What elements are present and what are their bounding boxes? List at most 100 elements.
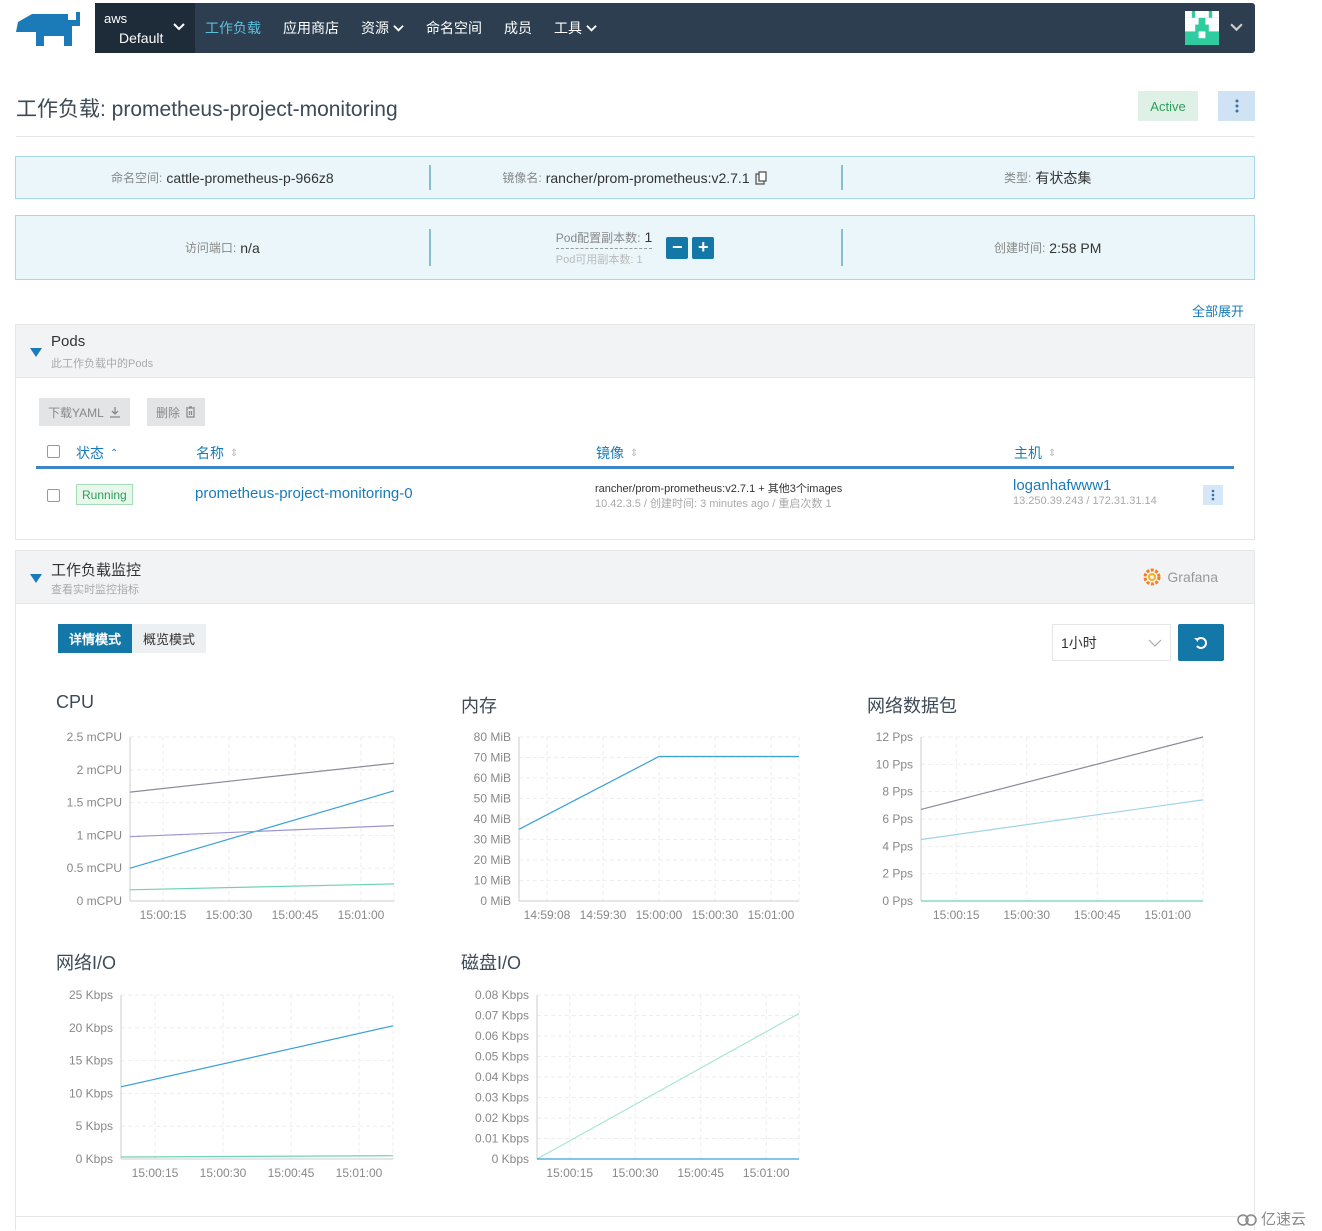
nav-label: 成员 — [504, 20, 532, 36]
download-icon — [109, 407, 120, 418]
sort-icon: ⇕ — [630, 447, 639, 459]
grafana-label: Grafana — [1167, 569, 1218, 585]
x-tick-label: 15:00:30 — [206, 908, 253, 922]
image-info: 镜像名: rancher/prom-prometheus:v2.7.1 — [428, 157, 842, 198]
column-header-name[interactable]: 名称 ⇕ — [196, 443, 238, 463]
column-header-host[interactable]: 主机 ⇕ — [1014, 443, 1056, 463]
disk-io-chart: 0 Kbps 0.01 Kbps 0.02 Kbps 0.03 Kbps 0.04 Kb… — [475, 988, 800, 1180]
x-tick-label: 15:00:30 — [692, 908, 739, 922]
x-tick-label: 15:00:45 — [677, 1166, 724, 1180]
cpu-chart: 0 mCPU 0.5 mCPU 1 mCPU 1.5 mCPU 2 mCPU 2.5 mC… — [67, 730, 395, 922]
series-line-s2 — [129, 790, 395, 869]
nav-item-workloads[interactable]: 工作负载 — [205, 18, 261, 38]
nav-item-resources[interactable]: 资源 — [361, 18, 404, 38]
y-tick-label: 2 mCPU — [77, 763, 122, 777]
x-tick-label: 14:59:08 — [524, 908, 571, 922]
button-label: 删除 — [156, 405, 181, 420]
port-value: n/a — [240, 239, 260, 256]
column-header-image[interactable]: 镜像 ⇕ — [596, 443, 638, 463]
replicas-config-label: Pod配置副本数: — [555, 230, 641, 245]
row-checkbox[interactable] — [47, 489, 60, 502]
type-label: 类型: — [1004, 171, 1032, 185]
y-tick-label: 0.07 Kbps — [475, 1009, 529, 1023]
y-tick-label: 80 MiB — [474, 730, 511, 744]
y-tick-label: 0.5 mCPU — [67, 861, 122, 875]
pod-status-badge: Running — [76, 484, 133, 505]
series-line-s2 — [120, 1155, 394, 1158]
select-all-checkbox[interactable] — [47, 445, 60, 458]
expand-all-link[interactable]: 全部展开 — [1192, 301, 1244, 320]
workload-info-row-1: 命名空间: cattle-prometheus-p-966z8 镜像名: ran… — [15, 156, 1255, 199]
trash-icon — [186, 406, 196, 418]
collapse-triangle-icon[interactable] — [30, 348, 42, 357]
detail-mode-tab[interactable]: 详情模式 — [58, 624, 132, 653]
y-tick-label: 20 MiB — [474, 853, 511, 867]
nav-item-namespaces[interactable]: 命名空间 — [426, 18, 482, 38]
refresh-button[interactable] — [1178, 624, 1224, 661]
grafana-icon — [1143, 568, 1161, 586]
refresh-icon — [1194, 636, 1207, 649]
y-tick-label: 2 Pps — [882, 867, 913, 881]
replicas-config-value: 1 — [644, 228, 653, 245]
y-tick-label: 0 Pps — [882, 894, 913, 908]
nav-label: 工具 — [554, 20, 582, 36]
x-tick-label: 15:00:45 — [268, 1166, 315, 1180]
download-yaml-button[interactable]: 下载YAML — [39, 398, 130, 426]
workload-info-row-2: 访问端口: n/a Pod配置副本数: 1 Pod可用副本数: 1 − + 创建时… — [15, 215, 1255, 280]
section-subtitle: 此工作负载中的Pods — [51, 358, 154, 370]
top-navigation: aws Default 工作负载 应用商店 资源 命名空间 成员 工具 — [95, 3, 1255, 53]
y-tick-label: 10 MiB — [474, 874, 511, 888]
chevron-down-icon — [173, 23, 185, 31]
pod-name-link[interactable]: prometheus-project-monitoring-0 — [195, 485, 413, 502]
pod-host-link[interactable]: loganhafwww1 — [1013, 477, 1111, 494]
column-header-state[interactable]: 状态 ⌃ — [76, 443, 118, 463]
scale-up-button[interactable]: + — [692, 236, 715, 259]
collapse-triangle-icon[interactable] — [30, 574, 42, 583]
overview-mode-tab[interactable]: 概览模式 — [132, 624, 206, 653]
y-tick-label: 0.04 Kbps — [475, 1070, 529, 1084]
series-line-s1 — [129, 762, 395, 793]
y-tick-label: 0 mCPU — [77, 894, 122, 908]
series-line-s4 — [129, 883, 395, 891]
x-tick-label: 15:00:30 — [1003, 908, 1050, 922]
section-title: 工作负载监控 — [51, 562, 142, 579]
delete-button[interactable]: 删除 — [147, 398, 206, 426]
nav-item-catalog[interactable]: 应用商店 — [283, 18, 339, 38]
network-io-chart: 0 Kbps 5 Kbps 10 Kbps 15 Kbps 20 Kbps 25 Kbps… — [69, 988, 394, 1180]
time-range-select[interactable]: 1小时 — [1052, 624, 1171, 661]
grafana-link[interactable]: Grafana — [1142, 567, 1218, 587]
pod-image-details: 10.42.3.5 / 创建时间: 3 minutes ago / 重启次数 1 — [595, 498, 832, 510]
scale-down-button[interactable]: − — [666, 236, 689, 259]
row-actions-button[interactable] — [1203, 485, 1223, 505]
more-actions-button[interactable] — [1218, 91, 1255, 121]
chart-title-cpu: CPU — [56, 692, 95, 712]
y-tick-label: 40 MiB — [474, 812, 511, 826]
user-avatar[interactable] — [1185, 11, 1219, 45]
vertical-dots-icon — [1235, 99, 1238, 113]
watermark-text: 亿速云 — [1260, 1211, 1306, 1228]
x-tick-label: 15:00:15 — [140, 908, 187, 922]
monitoring-section-header[interactable]: 工作负载监控 查看实时监控指标 — [16, 551, 1254, 604]
x-tick-label: 15:00:30 — [200, 1166, 247, 1180]
y-tick-label: 60 MiB — [474, 771, 511, 785]
nav-item-members[interactable]: 成员 — [504, 18, 532, 38]
pods-section-header[interactable]: Pods 此工作负载中的Pods — [16, 325, 1254, 378]
rancher-logo-icon[interactable] — [14, 10, 86, 48]
watermark: 亿速云 — [1236, 1208, 1306, 1229]
divider — [16, 136, 1255, 137]
y-tick-label: 4 Pps — [882, 839, 913, 853]
column-label: 状态 — [76, 445, 104, 461]
x-tick-label: 15:00:15 — [132, 1166, 179, 1180]
y-tick-label: 15 Kbps — [69, 1054, 113, 1068]
cluster-project-selector[interactable]: aws Default — [95, 3, 195, 53]
y-tick-label: 0.02 Kbps — [475, 1111, 529, 1125]
y-tick-label: 8 Pps — [882, 785, 913, 799]
chevron-down-icon[interactable] — [1230, 21, 1243, 34]
x-tick-label: 14:59:30 — [580, 908, 627, 922]
series-line-s1 — [120, 1025, 394, 1088]
y-tick-label: 20 Kbps — [69, 1021, 113, 1035]
type-value: 有状态集 — [1035, 169, 1092, 186]
copy-icon[interactable] — [754, 170, 768, 185]
y-tick-label: 10 Kbps — [69, 1086, 113, 1100]
nav-item-tools[interactable]: 工具 — [554, 18, 597, 38]
